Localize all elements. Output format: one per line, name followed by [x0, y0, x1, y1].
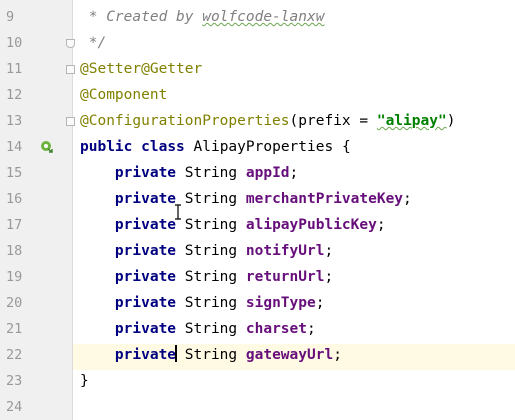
fold-marker-icon[interactable] — [66, 117, 75, 126]
keyword: private — [114, 243, 177, 259]
class-name: AlipayProperties — [193, 139, 334, 155]
annotation: @ConfigurationProperties — [80, 113, 290, 129]
line-number: 11 — [6, 61, 23, 77]
semicolon: ; — [315, 295, 325, 311]
code-line-14[interactable]: public class AlipayProperties { — [80, 134, 351, 160]
spring-bean-icon[interactable] — [40, 140, 53, 153]
code-line-12[interactable]: @Component — [80, 82, 167, 108]
code-line-13[interactable]: @ConfigurationProperties(prefix = "alipa… — [80, 108, 455, 134]
line-number: 22 — [6, 347, 23, 363]
string-literal: "alipay" — [376, 113, 447, 129]
code-line-11[interactable]: @Setter@Getter — [80, 56, 202, 82]
keyword: private — [114, 165, 177, 181]
keyword: class — [141, 139, 185, 155]
paren-open: ( — [289, 113, 299, 129]
comment-text: * Created by — [80, 9, 203, 25]
type: String — [184, 269, 238, 285]
type: String — [184, 191, 238, 207]
field-name: notifyUrl — [245, 243, 325, 259]
line-number: 24 — [6, 399, 23, 415]
type: String — [184, 295, 238, 311]
keyword: private — [114, 269, 177, 285]
paren-close: ) — [446, 113, 456, 129]
keyword: private — [114, 217, 177, 233]
line-number: 18 — [6, 243, 23, 259]
semicolon: ; — [324, 269, 334, 285]
line-number: 17 — [6, 217, 23, 233]
line-number: 20 — [6, 295, 23, 311]
line-number: 19 — [6, 269, 23, 285]
line-number: 13 — [6, 113, 23, 129]
field-name: charset — [245, 321, 307, 337]
code-line-9[interactable]: * Created by wolfcode-lanxw — [80, 4, 325, 30]
type: String — [184, 217, 238, 233]
annotation: @Setter@Getter — [80, 61, 203, 77]
field-name: appId — [245, 165, 290, 181]
type: String — [184, 347, 238, 363]
code-line-23[interactable]: } — [80, 368, 89, 394]
line-number: 12 — [6, 87, 23, 103]
code-line-21[interactable]: private String charset; — [80, 316, 316, 342]
line-number: 21 — [6, 321, 23, 337]
brace-open: { — [341, 139, 351, 155]
code-line-19[interactable]: private String returnUrl; — [80, 264, 333, 290]
line-number: 15 — [6, 165, 23, 181]
keyword: public — [80, 139, 133, 155]
keyword: private — [114, 321, 177, 337]
fold-marker-icon[interactable] — [66, 65, 75, 74]
line-number: 16 — [6, 191, 23, 207]
type: String — [184, 321, 238, 337]
type: String — [184, 165, 238, 181]
attribute-name: prefix — [298, 113, 351, 129]
field-name: returnUrl — [245, 269, 325, 285]
code-line-10[interactable]: */ — [80, 30, 106, 56]
code-line-20[interactable]: private String signType; — [80, 290, 325, 316]
code-line-17[interactable]: private String alipayPublicKey; — [80, 212, 386, 238]
semicolon: ; — [403, 191, 412, 207]
fold-end-icon[interactable] — [66, 39, 75, 48]
line-number: 23 — [6, 373, 23, 389]
semicolon: ; — [324, 243, 334, 259]
comment-end: */ — [80, 35, 107, 51]
line-number: 14 — [6, 139, 23, 155]
keyword: private — [114, 191, 177, 207]
line-number: 10 — [6, 35, 23, 51]
semicolon: ; — [289, 165, 299, 181]
code-line-16[interactable]: private String merchantPrivateKey; — [80, 186, 412, 212]
field-name: gatewayUrl — [245, 347, 334, 363]
annotation: @Component — [80, 87, 168, 103]
code-line-22[interactable]: private String gatewayUrl; — [80, 342, 342, 368]
comment-author: wolfcode-lanxw — [202, 9, 325, 25]
code-line-15[interactable]: private String appId; — [80, 160, 298, 186]
semicolon: ; — [307, 321, 316, 337]
semicolon: ; — [376, 217, 386, 233]
brace-close: } — [80, 373, 89, 389]
semicolon: ; — [333, 347, 342, 363]
field-name: alipayPublicKey — [245, 217, 377, 233]
mouse-ibeam-cursor — [175, 204, 181, 220]
text-caret — [175, 345, 178, 362]
keyword: private — [114, 347, 177, 363]
field-name: merchantPrivateKey — [245, 191, 404, 207]
field-name: signType — [245, 295, 316, 311]
equals: = — [350, 113, 377, 129]
keyword: private — [114, 295, 177, 311]
code-line-18[interactable]: private String notifyUrl; — [80, 238, 333, 264]
code-editor[interactable]: 9 10 11 12 13 14 15 16 17 18 19 20 21 22… — [0, 0, 515, 420]
line-number: 9 — [6, 9, 15, 25]
type: String — [184, 243, 238, 259]
